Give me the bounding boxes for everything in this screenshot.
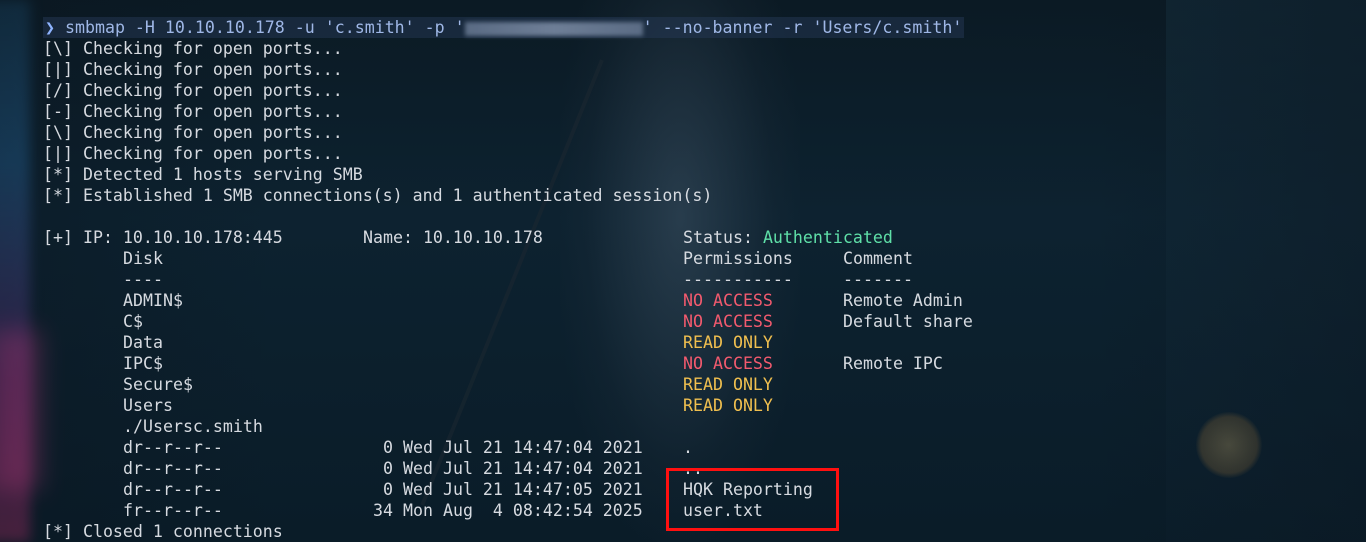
share-permission: NO ACCESS — [683, 312, 773, 331]
progress-line: [-] Checking for open ports... — [43, 102, 343, 121]
listing-size: 0 — [383, 459, 393, 478]
prompt-arrow-icon: ❯ — [45, 18, 55, 37]
command-text-pre: smbmap -H 10.10.10.178 -u 'c.smith' -p ' — [65, 18, 465, 37]
highlight-box — [666, 468, 839, 531]
header-permissions-sep: ----------- — [683, 270, 793, 289]
listing-date: Wed Jul 21 14:47:04 2021 — [403, 438, 643, 457]
listing-date: Wed Jul 21 14:47:05 2021 — [403, 480, 643, 499]
host-name: Name: 10.10.10.178 — [363, 228, 543, 247]
listing-size: 0 — [383, 438, 393, 457]
progress-line: [/] Checking for open ports... — [43, 81, 343, 100]
share-permission: READ ONLY — [683, 375, 773, 394]
progress-line: [|] Checking for open ports... — [43, 144, 343, 163]
closing-line: [*] Closed 1 connections — [43, 522, 283, 541]
share-name: Data — [123, 333, 163, 352]
share-comment: Remote IPC — [843, 354, 943, 373]
share-permission: NO ACCESS — [683, 291, 773, 310]
header-comment: Comment — [843, 249, 913, 268]
header-comment-sep: ------- — [843, 270, 913, 289]
status-badge: Authenticated — [762, 228, 893, 247]
host-ip: [+] IP: 10.10.10.178:445 — [43, 228, 283, 247]
share-name: Users — [123, 396, 173, 415]
established-line: [*] Established 1 SMB connections(s) and… — [43, 186, 713, 205]
listing-name: . — [683, 438, 693, 457]
host-status: Status: Authenticated — [683, 227, 893, 248]
share-name: IPC$ — [123, 354, 163, 373]
header-permissions: Permissions — [683, 249, 793, 268]
share-permission: READ ONLY — [683, 396, 773, 415]
listing-mode: dr--r--r-- — [123, 480, 223, 499]
progress-line: [|] Checking for open ports... — [43, 60, 343, 79]
listing-mode: dr--r--r-- — [123, 438, 223, 457]
status-label: Status: — [683, 228, 763, 247]
share-name: C$ — [123, 312, 143, 331]
share-name: Secure$ — [123, 375, 193, 394]
listing-path: ./Usersc.smith — [123, 417, 263, 436]
listing-date: Mon Aug 4 08:42:54 2025 — [403, 501, 643, 520]
listing-size: 0 — [383, 480, 393, 499]
share-permission: NO ACCESS — [683, 354, 773, 373]
listing-date: Wed Jul 21 14:47:04 2021 — [403, 459, 643, 478]
share-permission: READ ONLY — [683, 333, 773, 352]
command-text-post: ' --no-banner -r 'Users/c.smith' — [642, 18, 963, 37]
share-comment: Remote Admin — [843, 291, 963, 310]
listing-mode: dr--r--r-- — [123, 459, 223, 478]
listing-size: 34 — [373, 501, 393, 520]
redacted-password — [464, 21, 643, 36]
terminal-output[interactable]: ❯ smbmap -H 10.10.10.178 -u 'c.smith' -p… — [0, 0, 1366, 542]
detected-line: [*] Detected 1 hosts serving SMB — [43, 165, 363, 184]
command-line: ❯ smbmap -H 10.10.10.178 -u 'c.smith' -p… — [43, 17, 965, 38]
share-name: ADMIN$ — [123, 291, 183, 310]
progress-line: [\] Checking for open ports... — [43, 123, 343, 142]
listing-mode: fr--r--r-- — [123, 501, 223, 520]
share-comment: Default share — [843, 312, 973, 331]
header-disk-sep: ---- — [123, 270, 163, 289]
header-disk: Disk — [123, 249, 163, 268]
progress-line: [\] Checking for open ports... — [43, 39, 343, 58]
